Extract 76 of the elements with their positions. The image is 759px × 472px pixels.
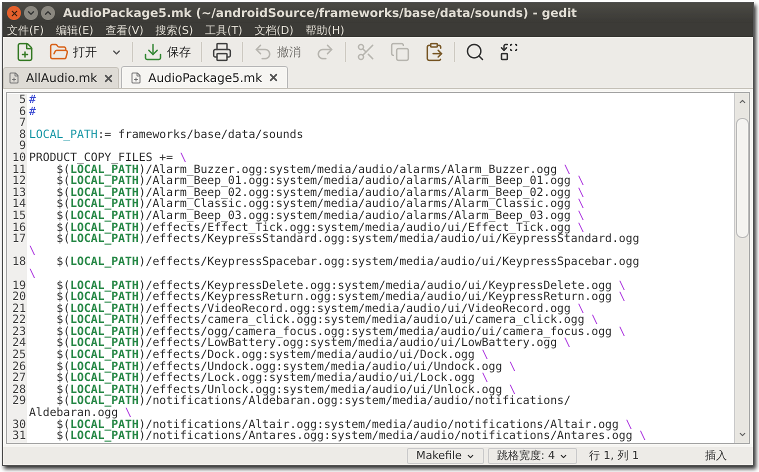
document-icon bbox=[8, 72, 20, 84]
line-number: 22 bbox=[12, 312, 26, 326]
line-number: 25 bbox=[12, 347, 26, 362]
code-line: $(LOCAL_PATH)/effects/Dock.ogg:system/media/audio/ui/Dock.ogg \ bbox=[55, 347, 488, 362]
scroll-up-icon bbox=[738, 97, 746, 106]
menu-item[interactable]: 编辑(E) bbox=[56, 24, 94, 36]
code-line: LOCAL_PATH:= frameworks/base/data/sounds bbox=[29, 126, 304, 141]
line-number: 26 bbox=[12, 358, 26, 373]
line-number: 5 bbox=[19, 93, 26, 106]
tab[interactable]: AllAudio.mk bbox=[3, 67, 120, 88]
line-number: 31 bbox=[12, 428, 26, 442]
line-number: 6 bbox=[19, 104, 26, 118]
line-number: 10 bbox=[12, 150, 26, 164]
tab[interactable]: AudioPackage5.mk bbox=[121, 66, 288, 88]
line-number: 24 bbox=[12, 335, 26, 350]
maximize-icon[interactable] bbox=[41, 6, 55, 20]
line-number: 27 bbox=[12, 370, 26, 384]
line-number: 9 bbox=[19, 138, 26, 152]
line-number: 8 bbox=[19, 126, 26, 141]
code-line: PRODUCT_COPY_FILES += \ bbox=[29, 150, 187, 164]
line-number: 29 bbox=[12, 393, 26, 408]
line-number: 16 bbox=[12, 220, 26, 234]
undo-icon bbox=[253, 42, 273, 62]
redo-icon bbox=[315, 42, 335, 62]
line-number: 23 bbox=[12, 324, 26, 338]
code-line: Aldebaran.ogg \ bbox=[29, 405, 132, 420]
toolbar-button[interactable]: 打开 bbox=[45, 39, 101, 65]
code-line: $(LOCAL_PATH)/Alarm_Buzzer.ogg:system/media/audio/alarms/Alarm_Buzzer.ogg \ bbox=[56, 162, 571, 176]
code-line: \ bbox=[29, 266, 36, 280]
scroll-down-icon bbox=[738, 430, 746, 439]
code-line: $(LOCAL_PATH)/effects/KeypressSpacebar.ogg:system/media/audio/ui/KeypressSpacebar.ogg bbox=[55, 254, 640, 268]
code-line: $(LOCAL_PATH)/effects/KeypressDelete.ogg:system/media/audio/ui/KeypressDelete.ogg \ bbox=[55, 278, 626, 292]
scissors-icon bbox=[356, 42, 376, 62]
toolbar-button[interactable]: 保存 bbox=[139, 39, 195, 65]
clipboard-icon bbox=[424, 42, 444, 62]
close-icon[interactable] bbox=[7, 6, 21, 20]
line-number: 15 bbox=[12, 208, 26, 222]
menu-item[interactable]: 工具(T) bbox=[205, 24, 242, 36]
status-item[interactable]: Makefile bbox=[407, 448, 484, 464]
line-number: 18 bbox=[12, 254, 26, 268]
line-number: 7 bbox=[19, 115, 26, 130]
save-icon bbox=[143, 42, 163, 62]
menu-item[interactable]: 查看(V) bbox=[105, 24, 144, 36]
line-number: 12 bbox=[12, 173, 26, 188]
status-item[interactable]: 跳格宽度: 4 bbox=[488, 448, 578, 464]
document-icon bbox=[130, 72, 142, 84]
copy-icon bbox=[390, 42, 410, 62]
menu-item[interactable]: 文件(F) bbox=[7, 24, 44, 36]
line-number: 14 bbox=[12, 196, 26, 210]
menu-item[interactable]: 帮助(H) bbox=[306, 24, 344, 36]
line-number: 30 bbox=[12, 416, 26, 431]
code-line: \ bbox=[29, 242, 36, 257]
window-title: AudioPackage5.mk (~/androidSource/frameworks/base/data/sounds) - gedit bbox=[63, 5, 577, 22]
replace-icon bbox=[499, 42, 519, 62]
line-number: 11 bbox=[12, 162, 26, 176]
menu-item[interactable]: 搜索(S) bbox=[156, 24, 194, 36]
folder-icon bbox=[49, 42, 69, 62]
code-line: # bbox=[29, 93, 36, 106]
file-plus-icon bbox=[15, 42, 35, 62]
line-number: 17 bbox=[12, 231, 26, 246]
status-item[interactable]: 行 1, 列 1 bbox=[581, 448, 647, 464]
close-icon bbox=[268, 72, 280, 83]
line-number: 20 bbox=[12, 289, 26, 304]
line-number: 13 bbox=[12, 184, 26, 199]
line-number: 28 bbox=[12, 382, 26, 396]
code-line: # bbox=[29, 104, 36, 118]
line-number: 19 bbox=[12, 278, 26, 292]
line-number: 21 bbox=[12, 300, 26, 315]
scroll-thumb[interactable] bbox=[736, 118, 748, 238]
menu-item[interactable]: 文档(D) bbox=[254, 24, 294, 36]
search-icon bbox=[465, 42, 485, 62]
minimize-icon[interactable] bbox=[24, 6, 38, 20]
scrollbar[interactable] bbox=[734, 93, 749, 443]
status-item[interactable]: 插入 bbox=[697, 448, 735, 464]
close-icon bbox=[103, 72, 114, 84]
printer-icon bbox=[212, 42, 232, 62]
